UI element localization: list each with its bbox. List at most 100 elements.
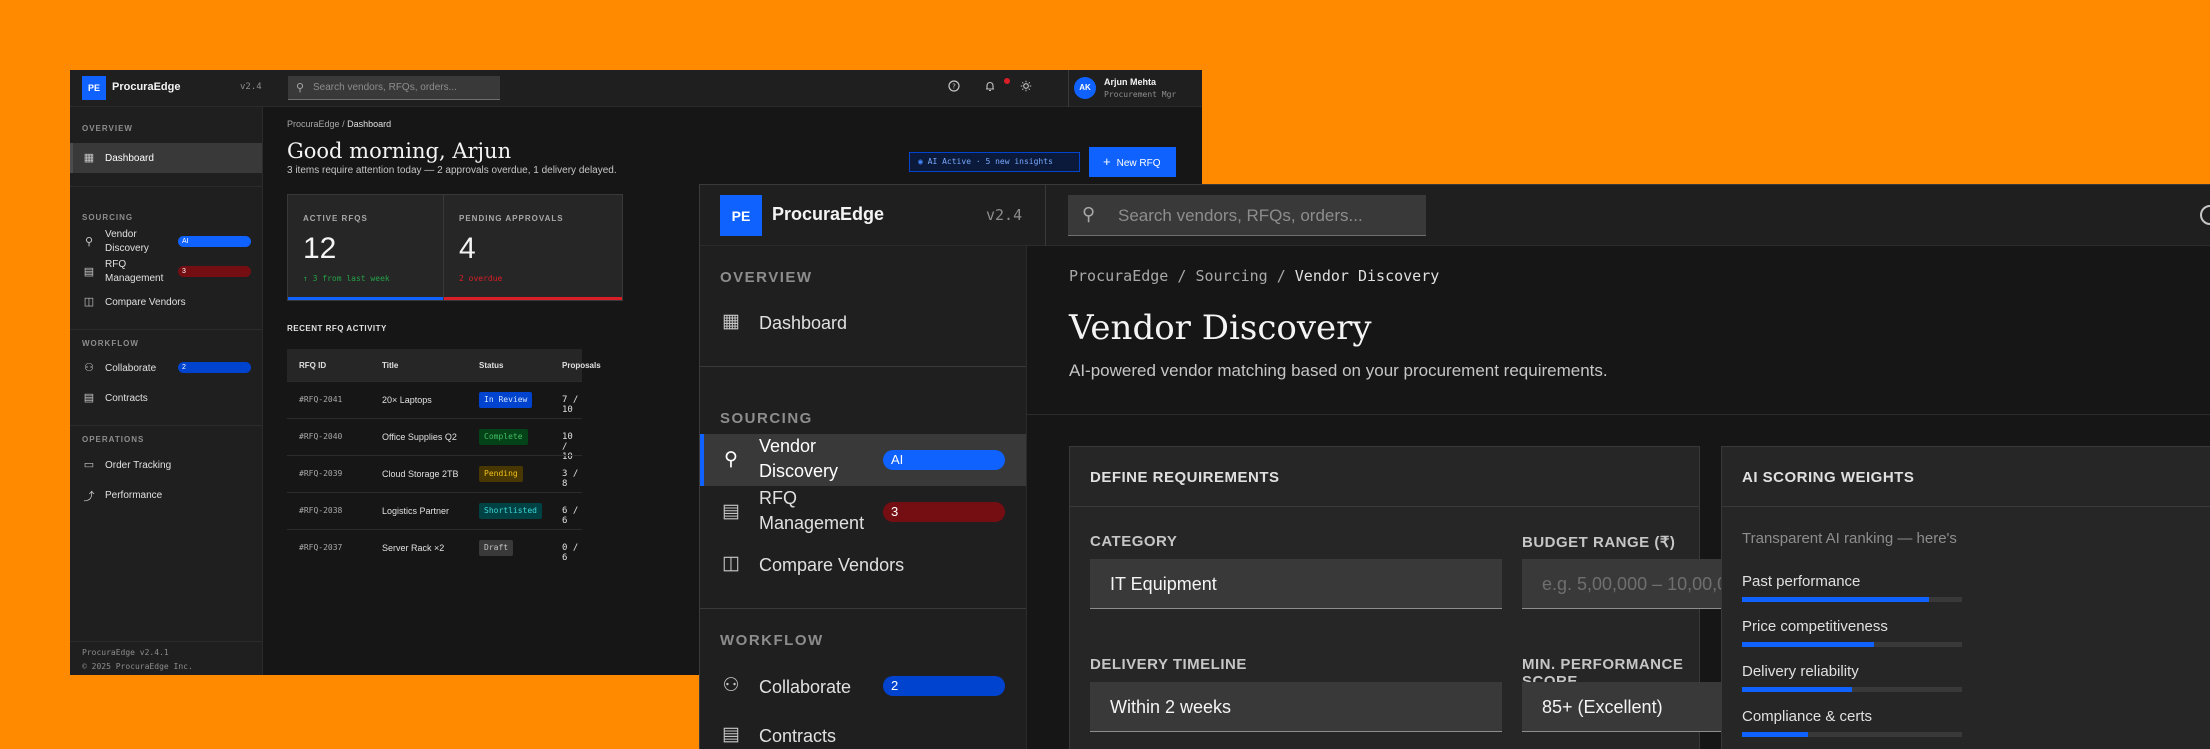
new-rfq-button[interactable]: + New RFQ [1089,147,1176,177]
help-icon[interactable] [2200,205,2210,225]
people-icon: ⚇ [722,675,740,696]
status-badge: Pending [479,466,523,482]
attention-summary: 3 items require attention today — 2 appr… [287,165,617,176]
rfq-proposals: 3 / 8 [562,469,579,489]
panel-header: AI SCORING WEIGHTS [1722,447,2210,507]
kpi-delta: ↑ 3 from last week [303,274,390,283]
kpi-card-active-rfqs[interactable]: ACTIVE RFQS 12 ↑ 3 from last week [287,194,444,301]
search-icon: ⚲ [724,449,738,470]
table-row[interactable]: #RFQ-2037 Server Rack ×2 Draft 0 / 6 [287,529,582,566]
bell-icon[interactable] [982,80,998,96]
sidebar-item-contracts[interactable]: ▤ Contracts [70,383,262,413]
sidebar-item-label: Collaborate [105,363,157,374]
search-input[interactable]: ⚲ Search vendors, RFQs, orders... [288,76,500,100]
top-bar: PE ProcuraEdge v2.4 ⚲ Search vendors, RF… [700,185,2210,246]
weight-slider[interactable] [1742,642,1962,647]
greeting: Good morning, Arjun [287,139,512,163]
sidebar-item-dashboard[interactable]: ▦ Dashboard [700,296,1026,348]
grid-icon: ▦ [83,152,95,164]
breadcrumb-root[interactable]: ProcuraEdge [1069,267,1168,285]
sidebar-item-label: Dashboard [759,313,848,333]
user-role: Procurement Mgr [1104,90,1177,99]
sidebar-item-collaborate[interactable]: ⚇ Collaborate 2 [700,660,1026,712]
rfq-title: Office Supplies Q2 [382,432,457,442]
rfq-id: #RFQ-2038 [299,506,343,515]
sidebar-item-label: Order Tracking [105,460,172,471]
topbar-divider [1045,185,1046,246]
breadcrumb-current: Dashboard [347,119,392,129]
contract-icon: ▤ [83,392,95,404]
sidebar-item-label: RFQ Management [759,488,865,533]
header-divider [1027,414,2210,415]
new-rfq-label: New RFQ [1116,158,1161,169]
timeline-select[interactable]: Within 2 weeks [1090,682,1502,732]
weight-label: Price competitiveness [1742,618,1888,635]
kpi-label: ACTIVE RFQS [303,214,368,223]
app-logo[interactable]: PE [82,76,106,100]
kpi-value: 12 [303,232,337,265]
column-header[interactable]: Title [382,361,398,370]
search-icon: ⚲ [296,82,305,94]
help-icon[interactable]: ? [946,80,962,96]
document-icon: ▤ [722,501,740,522]
table-row[interactable]: #RFQ-2039 Cloud Storage 2TB Pending 3 / … [287,455,582,492]
column-header[interactable]: Proposals [562,361,601,370]
avatar[interactable]: AK [1074,77,1096,99]
app-logo[interactable]: PE [720,195,762,236]
weight-slider[interactable] [1742,597,1962,602]
table-row[interactable]: #RFQ-2041 20× Laptops In Review 7 / 10 [287,381,582,418]
theme-icon[interactable] [1018,80,1034,96]
kpi-value: 4 [459,232,476,265]
weight-slider[interactable] [1742,732,1962,737]
ai-dot-icon: ◉ [918,157,923,166]
sidebar-item-label: Collaborate [759,677,852,697]
column-header[interactable]: RFQ ID [299,361,326,370]
sidebar-item-performance[interactable]: ⤴ Performance [70,480,262,510]
search-placeholder: Search vendors, RFQs, orders... [1118,206,1363,225]
weight-label: Compliance & certs [1742,708,1873,725]
scoring-weights-panel: AI SCORING WEIGHTS Transparent AI rankin… [1721,446,2210,749]
sidebar-item-order-tracking[interactable]: ▭ Order Tracking [70,450,262,480]
breadcrumb: ProcuraEdge / Sourcing / Vendor Discover… [1069,267,1440,285]
sidebar-section-sourcing: SOURCING [82,213,134,222]
category-label: CATEGORY [1090,533,1178,550]
sidebar-item-rfq-management[interactable]: ▤ RFQ Management 3 [70,257,262,287]
page-title: Vendor Discovery [1069,308,1372,348]
table-row[interactable]: #RFQ-2040 Office Supplies Q2 Complete 10… [287,418,582,462]
plus-icon: + [1103,154,1111,169]
sidebar-footer-version: ProcuraEdge v2.4.1 [82,648,169,657]
sidebar-item-contracts[interactable]: ▤ Contracts [700,709,1026,749]
sidebar-item-label: Compare Vendors [759,555,905,575]
sidebar-item-label: Vendor Discovery [105,229,149,254]
rfq-id: #RFQ-2041 [299,395,343,404]
category-field[interactable]: IT Equipment [1090,559,1502,609]
category-value: IT Equipment [1110,574,1217,594]
sidebar-item-vendor-discovery[interactable]: ⚲ Vendor Discovery AI [70,227,262,257]
rfq-title: Logistics Partner [382,506,450,516]
count-badge: 2 [883,676,1005,696]
sidebar-item-rfq-management[interactable]: ▤ RFQ Management 3 [700,486,1026,538]
table-row[interactable]: #RFQ-2038 Logistics Partner Shortlisted … [287,492,582,529]
status-badge: Shortlisted [479,503,542,519]
weights-description: Transparent AI ranking — here's [1742,530,1957,547]
sidebar-item-compare-vendors[interactable]: ◫ Compare Vendors [700,538,1026,590]
sidebar-item-vendor-discovery[interactable]: ⚲ Vendor Discovery AI [700,434,1026,486]
sidebar-item-compare-vendors[interactable]: ◫ Compare Vendors [70,287,262,317]
weight-slider[interactable] [1742,687,1962,692]
kpi-label: PENDING APPROVALS [459,214,564,223]
sidebar-item-dashboard[interactable]: ▦ Dashboard [70,143,262,173]
count-badge: 3 [178,266,251,277]
trend-icon: ⤴ [83,491,95,503]
rfq-title: Cloud Storage 2TB [382,469,459,479]
ai-status-chip[interactable]: ◉ AI Active · 5 new insights [909,152,1080,172]
sidebar-item-label: Vendor Discovery [759,436,839,481]
rfq-proposals: 0 / 6 [562,543,579,563]
page-subtitle: AI-powered vendor matching based on your… [1069,361,1608,380]
breadcrumb-middle[interactable]: Sourcing [1195,267,1267,285]
sidebar-item-label: RFQ Management [105,259,164,284]
kpi-card-pending-approvals[interactable]: PENDING APPROVALS 4 2 overdue [443,194,623,301]
sidebar-item-collaborate[interactable]: ⚇ Collaborate 2 [70,353,262,383]
column-header[interactable]: Status [479,361,503,370]
breadcrumb-root[interactable]: ProcuraEdge [287,119,340,129]
search-input[interactable]: ⚲ Search vendors, RFQs, orders... [1068,195,1426,236]
